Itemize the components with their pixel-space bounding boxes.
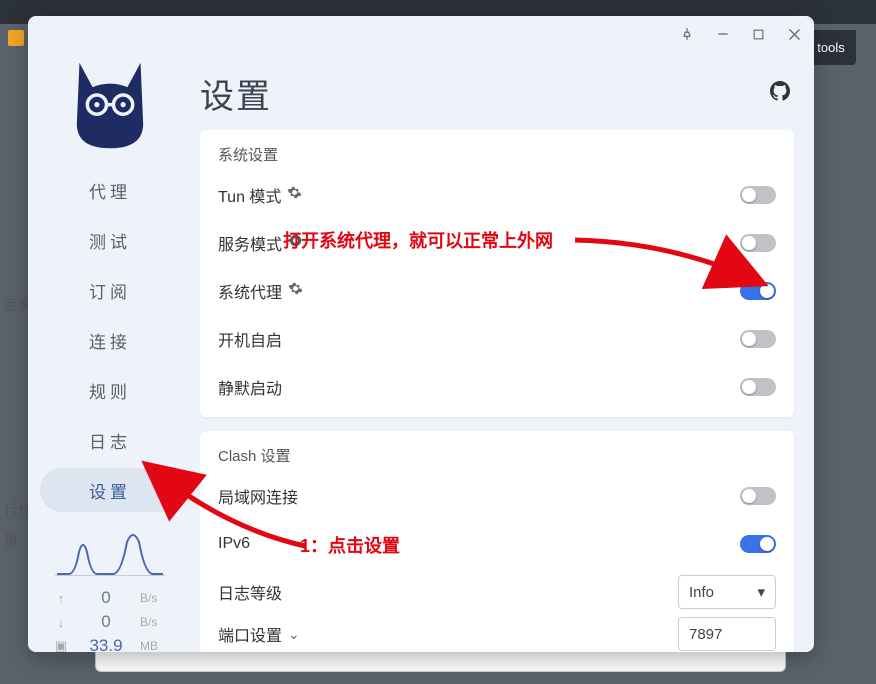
nav-label: 连接 — [89, 328, 131, 353]
stat-value: 33.9 — [72, 636, 140, 652]
nav-item-settings[interactable]: 设置 — [40, 468, 180, 512]
gear-icon[interactable] — [288, 281, 303, 301]
chip-icon: ▣ — [50, 638, 72, 652]
row-label-text: Tun 模式 — [218, 183, 281, 207]
bg-text-3: 重 — [4, 530, 18, 550]
toggle-auto-start[interactable] — [740, 330, 776, 348]
row-port: 端口设置 ⌄ 7897 — [218, 616, 776, 652]
nav-item-connections[interactable]: 连接 — [40, 318, 180, 362]
stat-unit: MB — [140, 639, 170, 652]
row-lan: 局域网连接 — [218, 472, 776, 520]
nav-list: 代理 测试 订阅 连接 规则 日志 设置 — [28, 168, 192, 518]
row-auto-start: 开机自启 — [218, 315, 776, 363]
nav-label: 代理 — [89, 178, 131, 203]
nav-item-test[interactable]: 测试 — [40, 218, 180, 262]
gear-icon[interactable] — [288, 233, 303, 253]
nav-label: 测试 — [89, 228, 131, 253]
gear-icon[interactable] — [287, 185, 302, 205]
row-label-text: 端口设置 — [218, 622, 282, 646]
stat-upload: ↑ 0 B/s — [50, 586, 170, 610]
nav-label: 订阅 — [89, 278, 131, 303]
row-label-text: 静默启动 — [218, 375, 282, 399]
card-title: 系统设置 — [218, 144, 776, 165]
close-icon[interactable] — [787, 27, 802, 42]
main-header: 设置 — [200, 56, 796, 130]
toggle-service-mode[interactable] — [740, 234, 776, 252]
traffic-chart — [55, 532, 165, 576]
nav-item-logs[interactable]: 日志 — [40, 418, 180, 462]
stat-memory: ▣ 33.9 MB — [50, 634, 170, 652]
chevron-down-icon[interactable]: ⌄ — [288, 626, 300, 643]
minimize-icon[interactable] — [716, 27, 730, 41]
stat-value: 0 — [72, 612, 140, 632]
clash-settings-card: Clash 设置 局域网连接 IPv6 日志等级 Info ▾ — [200, 431, 794, 652]
arrow-up-icon: ↑ — [50, 591, 72, 606]
row-ipv6: IPv6 — [218, 520, 776, 568]
port-value: 7897 — [689, 626, 722, 643]
row-label-text: 开机自启 — [218, 327, 282, 351]
arrow-down-icon: ↓ — [50, 615, 72, 630]
row-tun-mode: Tun 模式 — [218, 171, 776, 219]
row-label-text: 日志等级 — [218, 580, 282, 604]
card-title: Clash 设置 — [218, 445, 776, 466]
toggle-lan[interactable] — [740, 487, 776, 505]
row-label-text: 局域网连接 — [218, 484, 298, 508]
select-value: Info — [689, 584, 714, 601]
nav-item-rules[interactable]: 规则 — [40, 368, 180, 412]
stats-panel: ↑ 0 B/s ↓ 0 B/s ▣ 33.9 MB — [50, 586, 170, 652]
row-label-text: 服务模式 — [218, 231, 282, 255]
titlebar — [28, 16, 814, 52]
chevron-down-icon: ▾ — [757, 583, 765, 601]
nav-label: 设置 — [89, 478, 131, 503]
toggle-ipv6[interactable] — [740, 535, 776, 553]
app-window: 代理 测试 订阅 连接 规则 日志 设置 ↑ 0 B/s — [28, 16, 814, 652]
nav-item-subscribe[interactable]: 订阅 — [40, 268, 180, 312]
stat-unit: B/s — [140, 591, 170, 605]
system-settings-card: 系统设置 Tun 模式 服务模式 — [200, 130, 794, 417]
maximize-icon[interactable] — [752, 28, 765, 41]
github-icon[interactable] — [770, 81, 790, 106]
row-service-mode: 服务模式 — [218, 219, 776, 267]
stat-unit: B/s — [140, 615, 170, 629]
log-level-select[interactable]: Info ▾ — [678, 575, 776, 609]
stat-download: ↓ 0 B/s — [50, 610, 170, 634]
page-title: 设置 — [200, 69, 272, 118]
nav-label: 日志 — [89, 428, 131, 453]
row-label-text: 系统代理 — [218, 279, 282, 303]
row-label-text: IPv6 — [218, 535, 250, 553]
port-input[interactable]: 7897 — [678, 617, 776, 651]
toggle-tun-mode[interactable] — [740, 186, 776, 204]
pin-icon[interactable] — [680, 27, 694, 41]
row-silent-start: 静默启动 — [218, 363, 776, 411]
row-system-proxy: 系统代理 — [218, 267, 776, 315]
stat-value: 0 — [72, 588, 140, 608]
nav-item-proxy[interactable]: 代理 — [40, 168, 180, 212]
row-log-level: 日志等级 Info ▾ — [218, 568, 776, 616]
sidebar: 代理 测试 订阅 连接 规则 日志 设置 ↑ 0 B/s — [28, 52, 192, 652]
nav-label: 规则 — [89, 378, 131, 403]
toggle-system-proxy[interactable] — [740, 282, 776, 300]
app-logo-icon — [65, 54, 155, 150]
toggle-silent-start[interactable] — [740, 378, 776, 396]
main-content: 设置 系统设置 Tun 模式 — [192, 52, 814, 652]
